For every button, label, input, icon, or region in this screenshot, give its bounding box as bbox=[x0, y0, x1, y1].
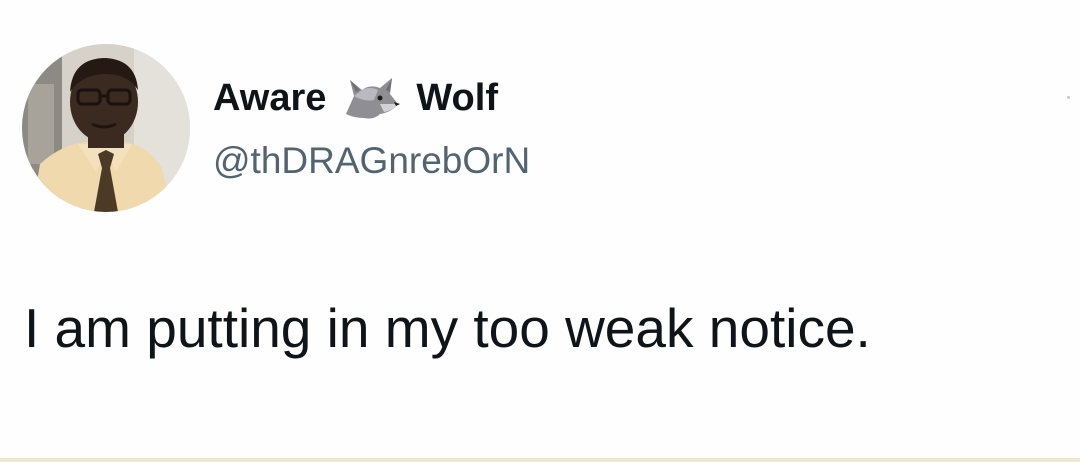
wolf-icon bbox=[340, 74, 402, 122]
tweet-card: Aware Wolf @thDRAGnrebOrN I am putting i… bbox=[0, 0, 1080, 462]
user-handle[interactable]: @thDRAGnrebOrN bbox=[213, 140, 530, 182]
display-name-second[interactable]: Wolf bbox=[416, 77, 498, 120]
artifact-dot bbox=[1067, 96, 1070, 99]
bottom-border bbox=[0, 458, 1080, 462]
profile-photo-icon bbox=[22, 44, 190, 212]
avatar[interactable] bbox=[22, 44, 190, 212]
tweet-text: I am putting in my too weak notice. bbox=[24, 297, 871, 359]
display-name-first[interactable]: Aware bbox=[213, 77, 326, 120]
display-name[interactable]: Aware Wolf bbox=[213, 74, 498, 122]
